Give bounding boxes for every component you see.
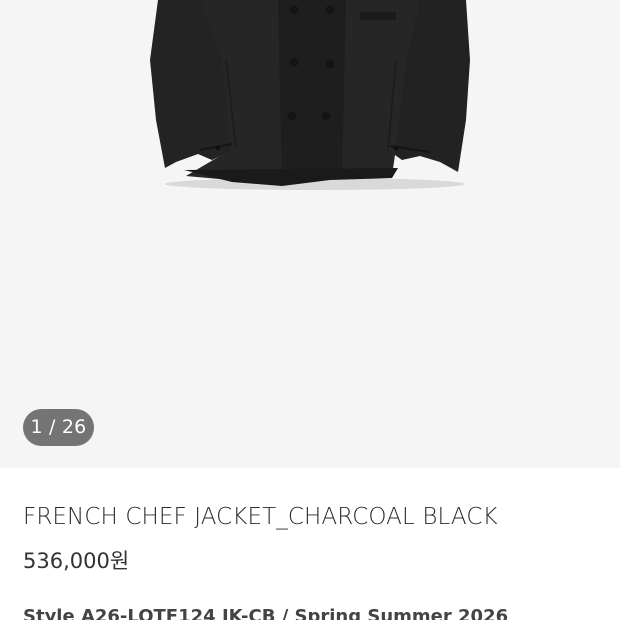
product-price: 536,000원 bbox=[23, 549, 130, 573]
image-counter-text: 1 / 26 bbox=[30, 416, 87, 438]
product-detail-page: 1 / 26 FRENCH CHEF JACKET_CHARCOAL BLACK… bbox=[0, 0, 620, 620]
product-style-code: Style A26-LOTF124 JK-CB / Spring Summer … bbox=[23, 606, 509, 620]
image-counter-badge: 1 / 26 bbox=[23, 409, 94, 446]
product-photo[interactable] bbox=[0, 0, 620, 468]
product-title: FRENCH CHEF JACKET_CHARCOAL BLACK bbox=[23, 504, 498, 530]
product-image-gallery[interactable]: 1 / 26 bbox=[0, 0, 620, 468]
product-info-section bbox=[0, 468, 620, 620]
